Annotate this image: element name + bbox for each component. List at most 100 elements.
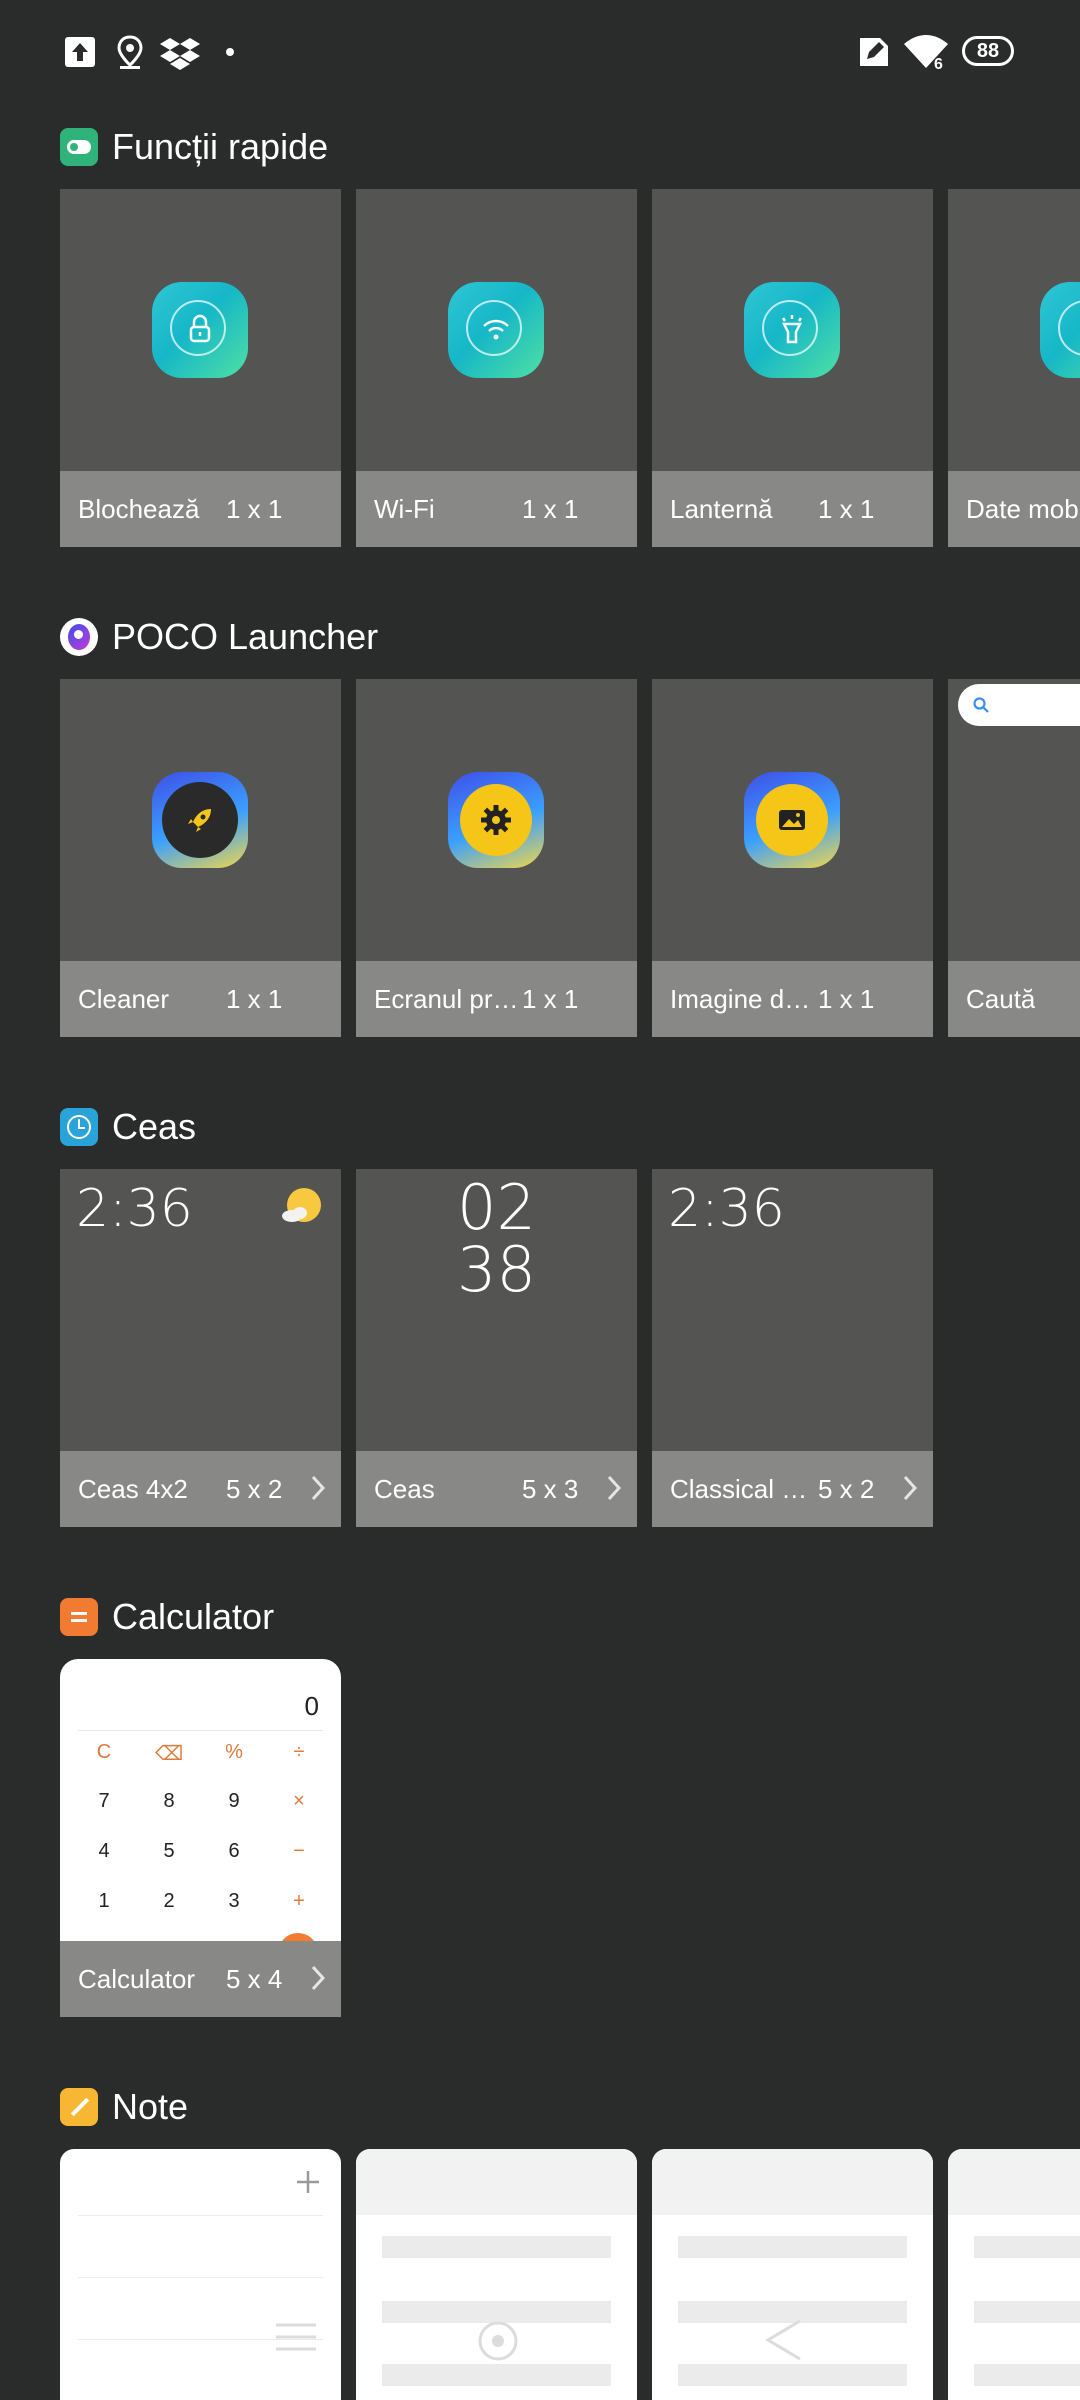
chevron-right-icon[interactable] [311, 1475, 325, 1501]
widget-card-note-3[interactable] [652, 2149, 933, 2400]
chevron-right-icon[interactable] [311, 1965, 325, 1991]
widget-row-notes[interactable] [60, 2149, 1080, 2400]
widget-name: Ecranul principal [374, 983, 522, 1014]
widget-card-home-screen[interactable]: Ecranul principal 1 x 1 [356, 679, 637, 1037]
calculator-key: % [225, 1741, 243, 1763]
widget-row-calculator[interactable]: 0 C ⌫% ÷ 7 8 9 × 4 5 6 − 1 2 3 + Calculator 5 x 4 [60, 1659, 1080, 2017]
dot-icon [226, 48, 234, 56]
upload-icon [65, 37, 95, 67]
lock-icon [152, 282, 248, 378]
widget-size: 1 x 1 [226, 983, 283, 1014]
widget-card-note-2[interactable] [356, 2149, 637, 2400]
widget-name: Imagine de fundal [670, 983, 818, 1014]
widget-card-search[interactable]: Caută [948, 679, 1080, 1037]
widget-row-clock[interactable]: 2:36 Ceas 4x2 5 x 2 02 38 Ceas 5 x 3 2:3… [60, 1169, 1080, 1527]
widget-name: Ceas 4x2 [78, 1473, 188, 1504]
card-footer: Ceas 5 x 3 [356, 1451, 637, 1527]
clock-time: 2:36 [668, 1179, 785, 1239]
widget-row-poco-launcher[interactable]: Cleaner 1 x 1 Ecranul prin 1 x 1 Imagine… [60, 679, 1080, 1037]
chevron-right-icon[interactable] [903, 1475, 917, 1501]
clock-time: 2:36 [76, 1179, 193, 1239]
widget-name: Caută [966, 983, 1036, 1014]
card-footer: Classical clock 5 x 2 [652, 1451, 933, 1527]
calculator-key: ⌫ [154, 1743, 184, 1765]
poco-logo-icon [60, 618, 98, 656]
status-bar: 6 88 [0, 0, 1080, 104]
widget-name: Wi-Fi [374, 493, 435, 524]
widget-card-wifi[interactable]: Wi-Fi 1 x 1 [356, 189, 637, 547]
card-footer: Cleaner 1 x 1 [60, 961, 341, 1037]
gear-icon [448, 772, 544, 868]
section-header-poco-launcher: POCO Launcher [60, 614, 378, 660]
card-footer: Blochează 1 x 1 [60, 471, 341, 547]
calculator-key: 9 [228, 1790, 240, 1812]
search-icon [973, 697, 989, 713]
card-footer: Ceas 4x2 5 x 2 [60, 1451, 341, 1527]
section-title: POCO Launcher [112, 616, 379, 657]
widget-row-quick-functions[interactable]: Blochează 1 x 1 Wi-Fi 1 x 1 Lanternă 1 x… [60, 189, 1080, 547]
card-footer: Wi-Fi 1 x 1 [356, 471, 637, 547]
dropbox-icon [160, 38, 200, 70]
widget-name: Ceas [374, 1473, 435, 1504]
widget-card-classical-clock[interactable]: 2:36 Classical clock 5 x 2 [652, 1169, 933, 1527]
clock-hours: 02 [457, 1171, 536, 1244]
widget-card-lock[interactable]: Blochează 1 x 1 [60, 189, 341, 547]
card-footer: Ecranul principal 1 x 1 [356, 961, 637, 1037]
widget-name: Lanternă [670, 493, 773, 524]
widget-name: Blochează [78, 493, 200, 524]
mobile-data-icon [1040, 282, 1080, 378]
calculator-icon [60, 1598, 98, 1636]
home-nav-icon [478, 2321, 518, 2361]
calculator-key: 2 [163, 1890, 175, 1912]
plus-icon [297, 2171, 319, 2193]
widget-card-clock-4x2[interactable]: 2:36 Ceas 4x2 5 x 2 [60, 1169, 341, 1527]
wifi-icon [448, 282, 544, 378]
widget-size: 5 x 4 [226, 1963, 283, 1994]
widget-card-note-4[interactable] [948, 2149, 1080, 2400]
widget-card-note-1[interactable] [60, 2149, 341, 2400]
widget-name: Date mobile [966, 493, 1080, 524]
calculator-key: 7 [98, 1790, 110, 1812]
calculator-key: 4 [98, 1840, 110, 1862]
calculator-key: + [293, 1890, 305, 1912]
section-header-calculator: Calculator [60, 1594, 274, 1640]
widget-size: 1 x 1 [522, 493, 579, 524]
card-footer: Lanternă 1 x 1 [652, 471, 933, 547]
image-icon [744, 772, 840, 868]
widget-size: 5 x 2 [818, 1473, 875, 1504]
widget-size: 1 x 1 [522, 983, 579, 1014]
section-title: Note [112, 2086, 189, 2127]
chevron-right-icon[interactable] [607, 1475, 621, 1501]
back-nav-icon [765, 2319, 801, 2361]
widget-card-wallpaper[interactable]: Imagine de fundal 1 x 1 [652, 679, 933, 1037]
widget-size: 1 x 1 [226, 493, 283, 524]
section-title: Calculator [112, 1596, 275, 1637]
section-header-quick-functions: Funcții rapide [60, 124, 328, 170]
wifi-badge: 6 [934, 56, 943, 73]
widget-card-clock[interactable]: 02 38 Ceas 5 x 3 [356, 1169, 637, 1527]
calculator-key: 1 [98, 1890, 110, 1912]
location-icon [117, 35, 143, 69]
widget-card-mobile-data[interactable]: Date mobile [948, 189, 1080, 547]
calculator-key: 3 [228, 1890, 240, 1912]
weather-icon [282, 1188, 321, 1222]
calculator-key: 5 [163, 1840, 175, 1862]
wifi-icon [904, 35, 948, 68]
widget-size: 1 x 1 [818, 983, 875, 1014]
rocket-icon [152, 772, 248, 868]
widget-card-flashlight[interactable]: Lanternă 1 x 1 [652, 189, 933, 547]
card-footer: Calculator 5 x 4 [60, 1941, 341, 2017]
calculator-key: C [96, 1741, 112, 1763]
widget-name: Cleaner [78, 983, 170, 1014]
widget-card-cleaner[interactable]: Cleaner 1 x 1 [60, 679, 341, 1037]
widget-card-calculator[interactable]: 0 C ⌫% ÷ 7 8 9 × 4 5 6 − 1 2 3 + Calculator 5 x 4 [60, 1659, 341, 2017]
note-icon [60, 2088, 98, 2126]
calculator-key: 8 [163, 1790, 175, 1812]
battery-indicator: 88 [962, 36, 1014, 66]
card-footer: Imagine de fundal 1 x 1 [652, 961, 933, 1037]
search-bar-preview [958, 684, 1080, 726]
clock-minutes: 38 [457, 1233, 536, 1306]
toggle-icon [60, 128, 98, 166]
section-header-notes: Note [60, 2084, 188, 2130]
calculator-key: ÷ [293, 1741, 305, 1763]
